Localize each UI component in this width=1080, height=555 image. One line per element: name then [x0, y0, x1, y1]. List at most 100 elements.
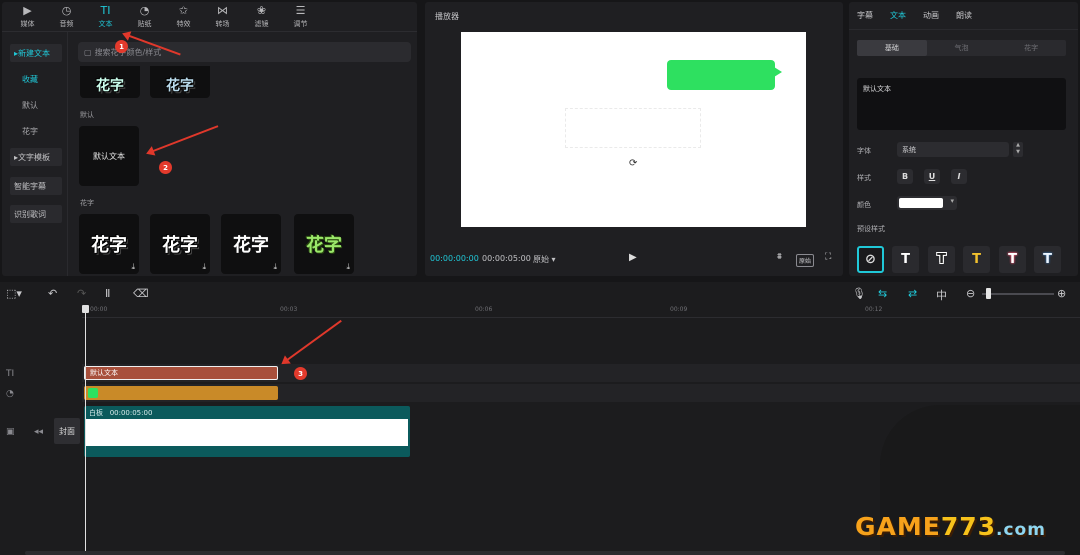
link-icon[interactable]: ⇆	[878, 287, 887, 300]
sidebar-item-label: 智能字幕	[14, 181, 46, 191]
text-box[interactable]	[565, 108, 701, 148]
subtab-bubble[interactable]: 气泡	[927, 40, 997, 56]
huazi-card[interactable]: 花字 ⤓	[79, 214, 139, 274]
sidebar-item-label: 收藏	[22, 74, 38, 84]
preset-style[interactable]: T	[999, 246, 1026, 273]
player-title: 播放器	[435, 12, 459, 21]
download-icon[interactable]: ⤓	[346, 262, 350, 272]
tool-audio[interactable]: ◷ 音频	[47, 2, 86, 32]
bold-button[interactable]: B	[897, 169, 913, 184]
preset-none[interactable]: ⊘	[857, 246, 884, 273]
tool-transition[interactable]: ⋈ 转场	[203, 2, 242, 32]
timeline-scrollbar[interactable]	[25, 551, 1065, 555]
sidebar-item-huazi[interactable]: 花字	[10, 122, 62, 140]
sidebar-item-label: 花字	[22, 126, 38, 136]
subtab-huazi[interactable]: 花字	[996, 40, 1066, 56]
tool-text[interactable]: TI 文本	[86, 2, 125, 32]
tool-adjust[interactable]: ☰ 调节	[281, 2, 320, 32]
prohibit-icon: ⊘	[865, 252, 876, 267]
play-button[interactable]: ▶	[629, 252, 637, 263]
tool-media[interactable]: ▶ 媒体	[8, 2, 47, 32]
tab-text[interactable]: 文本	[890, 10, 906, 21]
huazi-card-label: 花字	[306, 235, 342, 256]
ratio-select[interactable]: 原始 ▾	[533, 254, 556, 265]
zoom-in-icon[interactable]: ⊕	[1057, 287, 1066, 300]
text-subtabs: 基础 气泡 花字	[857, 40, 1066, 56]
select-tool-icon[interactable]: ⬚▾	[6, 287, 22, 300]
download-icon[interactable]: ⤓	[202, 262, 206, 272]
tool-filter[interactable]: ❀ 滤镜	[242, 2, 281, 32]
time-ruler[interactable]: 00:00 00:03 00:06 00:09 00:12	[82, 306, 1080, 318]
redo-icon[interactable]: ↷	[77, 287, 86, 300]
ruler-tick: 00:09	[670, 306, 688, 313]
font-select[interactable]: 系统	[897, 142, 1009, 157]
subtab-basic[interactable]: 基础	[857, 40, 927, 56]
huazi-card-label: 花字	[166, 78, 194, 94]
font-label: 字体	[857, 147, 871, 155]
font-stepper[interactable]: ▲ ▼	[1013, 142, 1023, 157]
color-picker[interactable]: ▾	[897, 196, 957, 210]
ruler-tick: 00:00	[90, 306, 108, 313]
main-clip-duration: 00:00:05:00	[109, 409, 153, 417]
sidebar-item-text-template[interactable]: ▸ 文字模板	[10, 148, 62, 166]
annotation-marker: 3	[294, 367, 307, 380]
resource-panel: ▶ 媒体 ◷ 音频 TI 文本 ◔ 贴纸 ✩ 特效 ⋈ 转场 ❀ 滤镜 ☰ 调节 ▸ 新建文本 …	[2, 2, 417, 276]
tool-sticker[interactable]: ◔ 贴纸	[125, 2, 164, 32]
zoom-slider-handle[interactable]	[986, 288, 991, 299]
ratio-value: 原始	[533, 255, 549, 264]
preset-style[interactable]: T	[963, 246, 990, 273]
huazi-card[interactable]: 花字	[80, 66, 140, 98]
current-time: 00:00:00:00	[430, 254, 479, 263]
huazi-card[interactable]: 花字	[150, 66, 210, 98]
tab-animation[interactable]: 动画	[923, 10, 939, 21]
snap-icon[interactable]: ⇄	[908, 287, 917, 300]
download-icon[interactable]: ⤓	[131, 262, 135, 272]
filter-icon: ❀	[256, 4, 267, 17]
sidebar-item-label: 新建文本	[18, 48, 51, 58]
sidebar-item-new-text[interactable]: ▸ 新建文本	[10, 44, 62, 62]
tab-read-aloud[interactable]: 朗读	[956, 10, 972, 21]
tab-subtitle[interactable]: 字幕	[857, 10, 873, 21]
microphone-icon[interactable]: 🎙	[852, 287, 866, 300]
mute-icon[interactable]: ◂◂	[34, 427, 43, 437]
huazi-card[interactable]: 花字 ⤓	[221, 214, 281, 274]
preview-axis-icon[interactable]: 中	[936, 287, 947, 303]
main-video-clip[interactable]: 白板 00:00:05:00	[84, 406, 410, 457]
text-clip[interactable]: 默认文本	[84, 366, 278, 380]
default-text-card[interactable]: 默认文本	[79, 126, 139, 186]
original-button[interactable]: 原始	[796, 254, 815, 267]
zoom-out-icon[interactable]: ⊖	[966, 287, 975, 300]
chevron-down-icon: ▾	[950, 197, 954, 205]
undo-icon[interactable]: ↶	[48, 287, 57, 300]
huazi-card[interactable]: 花字 ⤓	[150, 214, 210, 274]
cover-button[interactable]: 封面	[54, 418, 80, 444]
style-label: 样式	[857, 174, 871, 182]
split-icon[interactable]: Ⅱ	[105, 287, 110, 300]
preview-canvas[interactable]: ⟳	[461, 32, 806, 227]
tool-effects[interactable]: ✩ 特效	[164, 2, 203, 32]
transition-icon: ⋈	[217, 4, 228, 17]
sidebar-item-favorites[interactable]: 收藏	[10, 70, 62, 88]
zoom-slider[interactable]	[982, 293, 1054, 295]
text-content-input[interactable]: 默认文本	[857, 78, 1066, 130]
preset-style[interactable]: T	[892, 246, 919, 273]
sidebar-item-lyrics[interactable]: 识别歌词	[10, 205, 62, 223]
fullscreen-icon[interactable]: ⛶	[825, 252, 831, 262]
rotate-icon[interactable]: ⟳	[629, 158, 637, 169]
italic-button[interactable]: I	[951, 169, 967, 184]
download-icon[interactable]: ⤓	[273, 262, 277, 272]
sidebar-item-default[interactable]: 默认	[10, 96, 62, 114]
delete-icon[interactable]: ⌫	[133, 287, 149, 300]
section-default-label: 默认	[80, 111, 94, 119]
bubble-clip[interactable]	[84, 386, 278, 400]
sidebar-item-smart-subtitle[interactable]: 智能字幕	[10, 177, 62, 195]
playhead[interactable]	[82, 305, 89, 555]
waveform-icon[interactable]: ⩩	[777, 252, 782, 262]
preset-style[interactable]: T	[1034, 246, 1061, 273]
ruler-tick: 00:03	[280, 306, 298, 313]
color-label: 颜色	[857, 201, 871, 209]
huazi-card-label: 花字	[96, 78, 124, 94]
preset-style[interactable]: T	[928, 246, 955, 273]
huazi-card[interactable]: 花字 ⤓	[294, 214, 354, 274]
underline-button[interactable]: U	[924, 169, 940, 184]
